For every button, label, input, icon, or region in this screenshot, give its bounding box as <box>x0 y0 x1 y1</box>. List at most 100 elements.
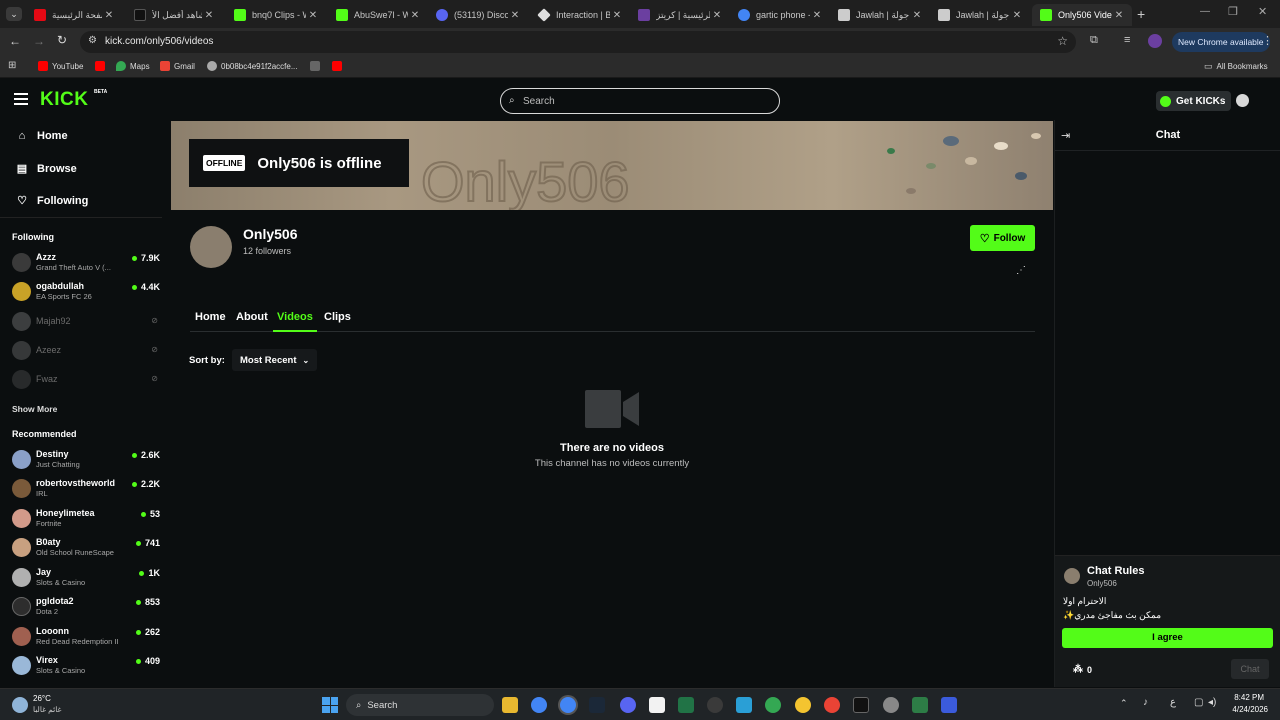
share-icon[interactable]: ⋰ <box>1016 265 1026 276</box>
bookmark-item[interactable]: YouTube <box>38 61 83 71</box>
browser-tab[interactable]: شاهد أفضل الأ... ✕ <box>126 4 222 26</box>
sidebar-item-home[interactable]: ⌂ Home <box>16 130 68 142</box>
browser-tab[interactable]: Jawlah | جولة - ✕ <box>830 4 930 26</box>
reading-list-icon[interactable]: ≡ <box>1124 34 1130 46</box>
extensions-icon[interactable]: ⧉ <box>1090 34 1098 47</box>
forward-icon[interactable]: → <box>33 34 45 48</box>
recommended-channel[interactable]: Honeylimetea Fortnite 53 <box>12 506 160 532</box>
kick-logo[interactable]: KICK <box>40 89 88 111</box>
browser-tab[interactable]: gartic phone - ✕ <box>730 4 830 26</box>
weather-temp[interactable]: 26°C <box>33 694 51 703</box>
close-window-button[interactable]: ✕ <box>1258 5 1267 18</box>
github-icon[interactable] <box>707 697 723 713</box>
epic-games-icon[interactable] <box>853 697 869 713</box>
close-icon[interactable]: ✕ <box>408 10 422 21</box>
bookmark-item[interactable]: Maps <box>116 61 150 71</box>
network-icon[interactable]: ▢ <box>1194 697 1203 708</box>
chrome-icon[interactable] <box>560 697 576 713</box>
chrome-icon[interactable] <box>531 697 547 713</box>
close-icon[interactable]: ✕ <box>202 10 216 21</box>
get-kicks-button[interactable]: Get KICKs <box>1156 91 1232 111</box>
browser-tab[interactable]: الصفحة الرئيسية ✕ <box>26 4 122 26</box>
bookmark-item[interactable]: Gmail <box>160 61 195 71</box>
channel-name[interactable]: Only506 <box>243 226 297 242</box>
show-more-link[interactable]: Show More <box>12 404 57 414</box>
more-menu-icon[interactable]: ⋮ <box>1262 34 1273 47</box>
chrome-icon[interactable] <box>824 697 840 713</box>
file-explorer-icon[interactable] <box>502 697 518 713</box>
bookmark-star-icon[interactable]: ☆ <box>1057 34 1068 48</box>
all-bookmarks-button[interactable]: ▭ All Bookmarks <box>1204 61 1268 72</box>
bookmark-item[interactable] <box>95 61 109 71</box>
follow-button[interactable]: ♡ Follow <box>970 225 1035 251</box>
discord-icon[interactable] <box>620 697 636 713</box>
recommended-channel[interactable]: B0aty Old School RuneScape 741 <box>12 535 160 561</box>
reload-icon[interactable]: ↻ <box>57 33 67 47</box>
site-info-icon[interactable]: ⚙ <box>88 35 97 46</box>
address-bar[interactable]: ⚙ kick.com/only506/videos ☆ <box>80 31 1076 53</box>
clock-time[interactable]: 8:42 PM <box>1226 693 1264 702</box>
weather-icon[interactable] <box>12 697 28 713</box>
browser-tab[interactable]: Jawlah | جولة - ✕ <box>930 4 1030 26</box>
close-icon[interactable]: ✕ <box>306 10 320 21</box>
windows-start-icon[interactable] <box>322 697 338 713</box>
sort-dropdown[interactable]: Most Recent ⌄ <box>232 349 318 371</box>
close-icon[interactable]: ✕ <box>710 10 724 21</box>
app-icon[interactable] <box>795 697 811 713</box>
tab-videos[interactable]: Videos <box>277 311 313 323</box>
browser-tab[interactable]: AbuSwe7l - W ✕ <box>328 4 428 26</box>
language-indicator[interactable]: ع <box>1170 697 1176 708</box>
new-chrome-available-button[interactable]: New Chrome available <box>1172 32 1270 52</box>
bookmark-item[interactable] <box>310 61 324 71</box>
following-channel[interactable]: Azzz Grand Theft Auto V (... 7.9K <box>12 250 160 276</box>
browser-tab-active[interactable]: Only506 Videos ✕ <box>1032 4 1132 26</box>
close-icon[interactable]: ✕ <box>102 10 116 21</box>
taskbar-search[interactable]: ⌕ Search <box>346 694 494 716</box>
tab-home[interactable]: Home <box>195 311 226 323</box>
microphone-icon[interactable]: ♪ <box>1143 697 1148 708</box>
recommended-channel[interactable]: Destiny Just Chatting 2.6K <box>12 447 160 473</box>
browser-tab[interactable]: الرئيسية | كريتز ✕ <box>630 4 730 26</box>
sidebar-item-following[interactable]: ♡ Following <box>16 194 88 208</box>
bookmark-item[interactable]: 0b08bc4e91f2accfe... <box>207 61 298 71</box>
excel-icon[interactable] <box>678 697 694 713</box>
search-input[interactable]: ⌕ Search <box>500 88 780 114</box>
chat-send-button[interactable]: Chat <box>1231 659 1269 679</box>
chevron-up-icon[interactable]: ⌃ <box>1120 698 1128 709</box>
close-icon[interactable]: ✕ <box>610 10 624 21</box>
close-icon[interactable]: ✕ <box>508 10 522 21</box>
store-icon[interactable] <box>912 697 928 713</box>
maximize-button[interactable]: ❐ <box>1228 5 1238 18</box>
recommended-channel[interactable]: Looonn Red Dead Redemption II 262 <box>12 624 160 650</box>
telegram-icon[interactable] <box>736 697 752 713</box>
recommended-channel[interactable]: robertovstheworld IRL 2.2K <box>12 476 160 502</box>
channel-points[interactable]: ⁂ 0 <box>1073 664 1092 675</box>
close-icon[interactable]: ✕ <box>1010 10 1024 21</box>
close-icon[interactable]: ✕ <box>810 10 824 21</box>
steam-icon[interactable] <box>589 697 605 713</box>
recommended-channel[interactable]: Jay Slots & Casino 1K <box>12 565 160 591</box>
back-icon[interactable]: ← <box>9 34 21 48</box>
browser-tab[interactable]: (53119) Discor ✕ <box>428 4 528 26</box>
tab-clips[interactable]: Clips <box>324 311 351 323</box>
volume-icon[interactable]: ◂) <box>1208 697 1216 708</box>
settings-icon[interactable] <box>883 697 899 713</box>
following-channel-offline[interactable]: Fwaz ⊘ <box>12 367 160 393</box>
menu-icon[interactable] <box>14 93 28 105</box>
new-tab-button[interactable]: + <box>1137 6 1145 22</box>
close-icon[interactable]: ✕ <box>1112 10 1126 21</box>
agree-button[interactable]: I agree <box>1062 628 1273 648</box>
browser-tab[interactable]: bnq0 Clips - W ✕ <box>226 4 326 26</box>
following-channel-offline[interactable]: Azeez ⊘ <box>12 338 160 364</box>
recommended-channel[interactable]: Virex Slots & Casino 409 <box>12 653 160 679</box>
recommended-channel[interactable]: pgldota2 Dota 2 853 <box>12 594 160 620</box>
channel-avatar[interactable] <box>190 226 232 268</box>
app-icon[interactable] <box>941 697 957 713</box>
minimize-button[interactable]: — <box>1200 6 1210 17</box>
sidebar-item-browse[interactable]: ▤ Browse <box>16 162 77 176</box>
profile-avatar[interactable] <box>1148 34 1162 48</box>
following-channel-offline[interactable]: Majah92 ⊘ <box>12 309 160 335</box>
chrome-icon[interactable] <box>765 697 781 713</box>
file-icon[interactable] <box>649 697 665 713</box>
apps-grid-icon[interactable]: ⊞ <box>8 60 16 71</box>
